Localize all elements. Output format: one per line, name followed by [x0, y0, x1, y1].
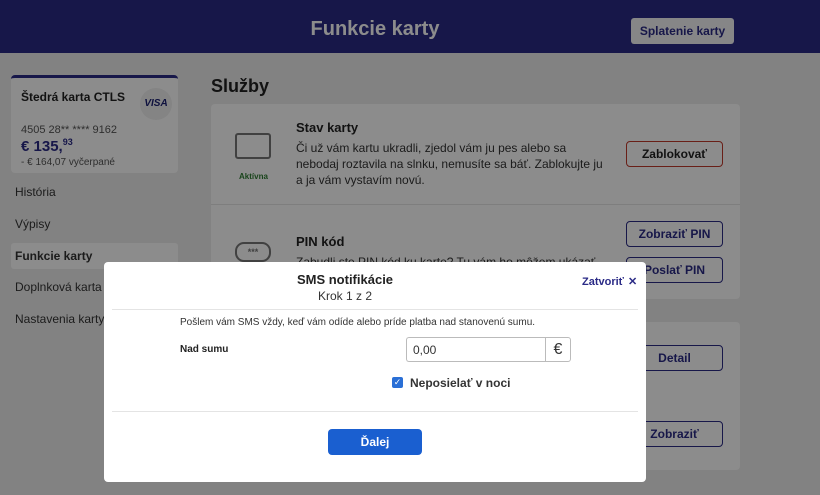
euro-icon: €: [545, 337, 571, 362]
amount-input[interactable]: [406, 337, 545, 362]
close-icon: ✕: [627, 276, 638, 288]
modal-divider: [112, 309, 638, 310]
night-checkbox[interactable]: ✓: [392, 377, 403, 388]
sms-notifications-modal: SMS notifikácie Krok 1 z 2 Zatvoriť ✕ Poš…: [104, 262, 646, 482]
modal-step: Krok 1 z 2: [317, 289, 373, 303]
modal-divider: [112, 411, 638, 412]
amount-label: Nad sumu: [180, 344, 229, 355]
modal-close-button[interactable]: Zatvoriť ✕: [582, 275, 637, 288]
close-label: Zatvoriť: [582, 276, 624, 288]
night-checkbox-label[interactable]: Neposielať v noci: [410, 376, 510, 390]
next-button[interactable]: Ďalej: [328, 429, 422, 455]
modal-description: Pošlem vám SMS vždy, keď vám odíde alebo…: [180, 317, 536, 328]
modal-title: SMS notifikácie: [296, 272, 394, 287]
